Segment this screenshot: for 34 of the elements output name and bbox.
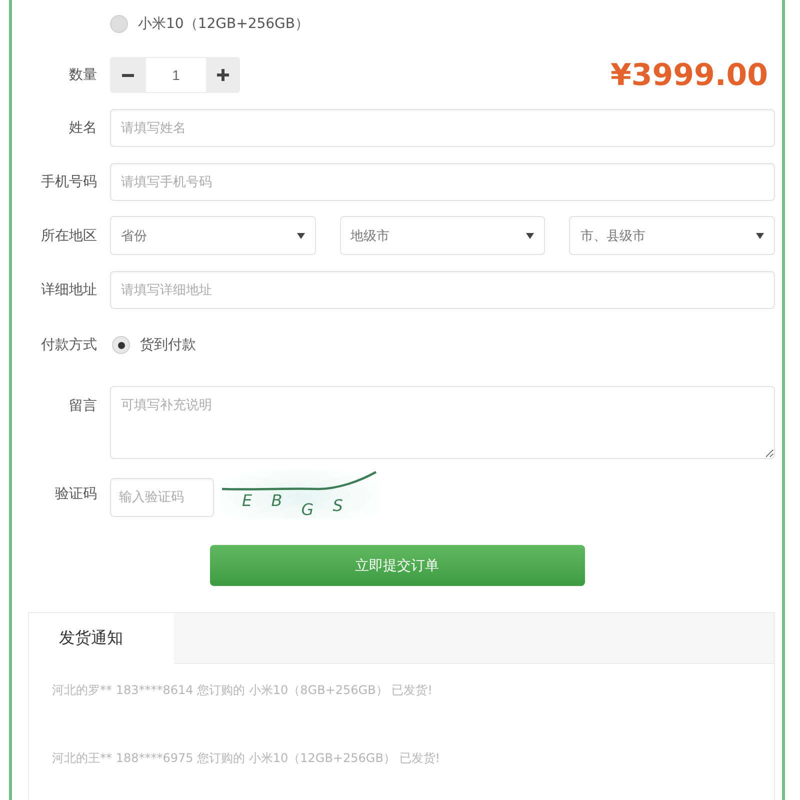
increment-button[interactable] [206, 57, 240, 93]
region-select[interactable]: 地级市 [340, 216, 546, 255]
captcha-input[interactable]: 输入验证码 [110, 478, 214, 516]
caret-icon [756, 232, 764, 238]
input-field[interactable]: 请填写详细地址 [110, 271, 775, 309]
region-select[interactable]: 市、县级市 [569, 216, 776, 255]
field-label: 所在地区 [40, 226, 97, 244]
tab[interactable]: 发货通知 [29, 613, 174, 664]
notice-text: 河北的罗** 183****8614 您订购的 小米10（8GB+256GB） 已发货! [52, 682, 434, 699]
notice-text: 河北的王** 188****6975 您订购的 小米10（12GB+256GB） 已发货! [52, 750, 442, 767]
field-label: 付款方式 [40, 336, 97, 354]
caret-icon [296, 232, 305, 238]
field-label: 姓名 [68, 119, 97, 137]
radio-button[interactable] [112, 336, 130, 354]
field-label: 手机号码 [40, 173, 97, 191]
minus-icon [122, 74, 134, 76]
option-label: 小米10（12GB+256GB） [138, 15, 309, 33]
field-label: 详细地址 [40, 281, 97, 299]
decrement-button[interactable] [110, 57, 146, 93]
option-label: 货到付款 [140, 336, 196, 354]
captcha-text: E B G S [242, 491, 350, 519]
radio-button[interactable] [110, 15, 128, 33]
input-field[interactable]: 请填写姓名 [110, 109, 775, 147]
input-field[interactable]: 请填写手机号码 [110, 163, 775, 201]
price-text: ¥3999.00 [610, 58, 769, 92]
region-select[interactable]: 省份 [110, 216, 316, 255]
caret-icon [526, 232, 534, 238]
field-label: 验证码 [54, 485, 97, 503]
quantity-input[interactable]: 1 [146, 57, 206, 93]
plus-icon [217, 69, 229, 81]
message-field[interactable]: 可填写补充说明 [110, 386, 775, 459]
field-label: 数量 [68, 66, 97, 84]
field-label: 留言 [68, 397, 97, 415]
submit-button[interactable]: 立即提交订单 [210, 545, 584, 586]
